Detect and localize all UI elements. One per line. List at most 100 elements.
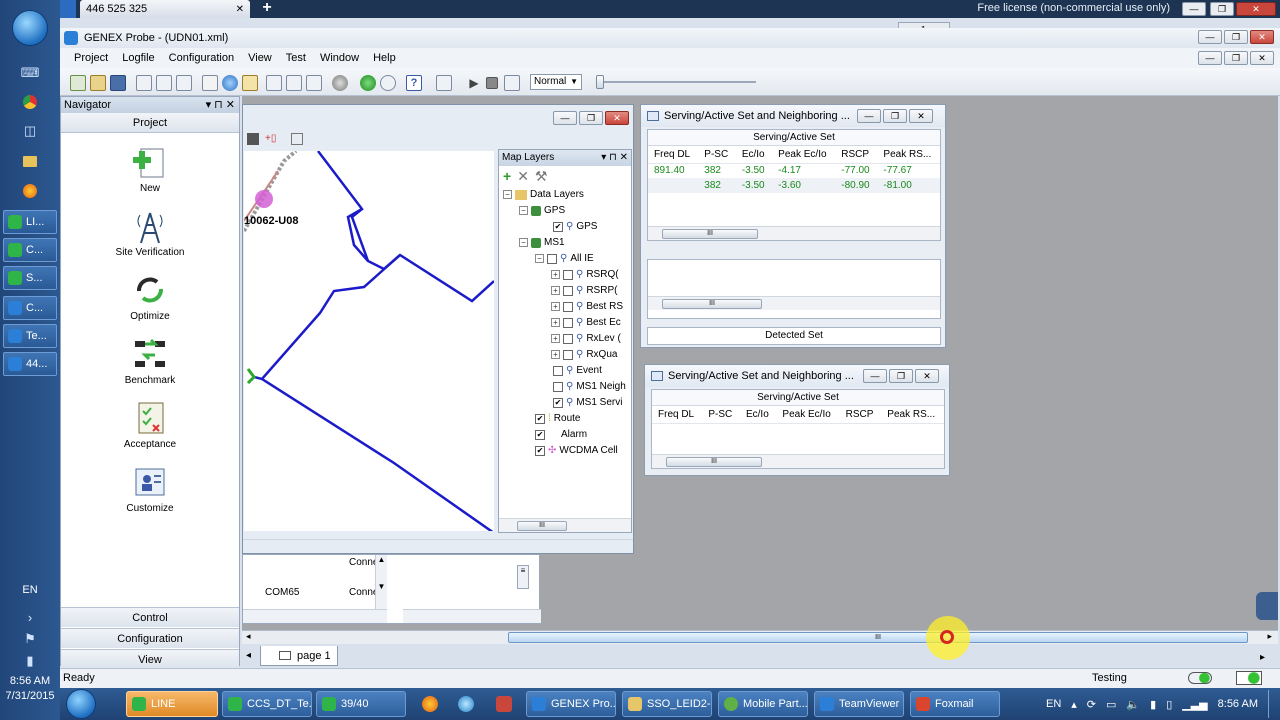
tree-ms1[interactable]: − MS1	[519, 237, 565, 248]
map-tool-add-icon[interactable]: +▯	[265, 133, 277, 145]
map-tool-grid-icon[interactable]	[247, 133, 259, 145]
mdi-restore-button[interactable]: ❐	[1224, 51, 1248, 65]
step-icon[interactable]	[504, 75, 520, 91]
tree-wcdma-cell[interactable]: ✔ ✣ WCDMA Cell	[535, 445, 618, 456]
grid-icon[interactable]	[266, 75, 282, 91]
folder-icon[interactable]	[20, 152, 40, 170]
second-list-vscroll[interactable]: ≡	[517, 565, 529, 589]
settings-icon[interactable]	[332, 75, 348, 91]
col-ecio[interactable]: Ec/Io	[735, 147, 773, 164]
minimize-button[interactable]: —	[553, 111, 577, 125]
tree-best-ec[interactable]: + ⚲ Best Ec	[551, 317, 621, 328]
left-task-4[interactable]: C...	[3, 296, 57, 320]
chrome-icon[interactable]	[20, 93, 40, 111]
table-row[interactable]: 891.40 382 -3.50 -4.17 -77.00 -77.67	[648, 163, 940, 178]
save-icon[interactable]	[110, 75, 126, 91]
nav-section-view[interactable]: View	[61, 649, 239, 669]
firefox-icon[interactable]	[422, 696, 438, 712]
close-icon[interactable]: ✕	[236, 4, 244, 15]
menu-help[interactable]: Help	[373, 52, 396, 64]
tree-ms1-neigh[interactable]: ⚲ MS1 Neigh	[553, 381, 626, 392]
menu-window[interactable]: Window	[320, 52, 359, 64]
tray-network-icon[interactable]: ▯	[1166, 698, 1172, 711]
minimize-button[interactable]: —	[857, 109, 881, 123]
tree-data-layers[interactable]: − Data Layers	[503, 189, 584, 200]
tray-signal-icon[interactable]: ▁▃▅	[1182, 698, 1207, 711]
map-canvas[interactable]: 10062-U08	[244, 151, 494, 531]
col-freq-dl[interactable]: Freq DL	[648, 147, 699, 164]
device-list-vscroll[interactable]: ▲ ▼	[375, 555, 387, 609]
serving-hscroll[interactable]: III	[648, 226, 940, 240]
maximize-button[interactable]: ❐	[579, 111, 603, 125]
help-icon[interactable]: ?	[406, 75, 422, 91]
menu-view[interactable]: View	[248, 52, 272, 64]
tree-rxqual[interactable]: + ⚲ RxQua	[551, 349, 617, 360]
tray-chevron-icon[interactable]: ▴	[1071, 698, 1077, 711]
gps-checkbox[interactable]: ✔	[553, 221, 563, 232]
panel-controls[interactable]: ▾ ⊓ ✕	[206, 97, 235, 113]
nav-optimize[interactable]: Optimize	[61, 271, 239, 322]
close-button[interactable]: ✕	[909, 109, 933, 123]
left-task-2[interactable]: C...	[3, 238, 57, 262]
replay-play-icon[interactable]: ▶	[466, 75, 482, 91]
task-mobile-part[interactable]: Mobile Part...	[718, 691, 808, 717]
add-tab-icon[interactable]: +	[258, 0, 276, 17]
remove-layer-icon[interactable]: ✕	[517, 168, 529, 185]
device-list-hscroll[interactable]	[243, 609, 387, 623]
layer-tools-icon[interactable]: ⚒	[535, 168, 548, 185]
show-desktop-button[interactable]	[1268, 690, 1276, 718]
col-peak-ecio[interactable]: Peak Ec/Io	[772, 147, 836, 164]
export-icon[interactable]	[156, 75, 172, 91]
mdi-minimize-button[interactable]: —	[1198, 51, 1222, 65]
teamviewer-icon[interactable]	[60, 0, 76, 18]
menu-logfile[interactable]: Logfile	[122, 52, 154, 64]
col-peak-rscp[interactable]: Peak RS...	[881, 407, 944, 424]
table-icon[interactable]	[202, 75, 218, 91]
workspace-hscroll[interactable]: ◂ III ▸	[242, 630, 1278, 644]
scroll-left-arrow[interactable]: ◂	[246, 631, 251, 642]
menu-configuration[interactable]: Configuration	[169, 52, 234, 64]
start-button[interactable]	[66, 689, 96, 719]
map-tool-export-icon[interactable]	[291, 133, 303, 145]
side-dock-icon[interactable]	[1256, 592, 1278, 620]
import-icon[interactable]	[176, 75, 192, 91]
left-task-3[interactable]: S...	[3, 266, 57, 290]
firefox-icon[interactable]	[20, 182, 40, 200]
scroll-thumb[interactable]: III	[508, 632, 1248, 643]
table-row[interactable]: 382 -3.50 -3.60 -80.90 -81.00	[648, 178, 940, 193]
mdi-close-button[interactable]: ✕	[1250, 51, 1274, 65]
play-icon[interactable]	[360, 75, 376, 91]
copy-icon[interactable]	[136, 75, 152, 91]
left-task-6[interactable]: 44...	[3, 352, 57, 376]
col-peak-rscp[interactable]: Peak RS...	[877, 147, 940, 164]
signal-icon[interactable]: ▮	[20, 652, 40, 670]
scroll-thumb[interactable]: III	[662, 229, 758, 239]
tree-best-rs[interactable]: + ⚲ Best RS	[551, 301, 623, 312]
tree-ms1-servi[interactable]: ✔ ⚲ MS1 Servi	[553, 397, 622, 408]
menu-project[interactable]: Project	[74, 52, 108, 64]
tray-power-icon[interactable]: ▮	[1150, 698, 1156, 711]
scroll-thumb[interactable]: III	[662, 299, 762, 309]
tree-all-ie[interactable]: − ⚲ All IE	[535, 253, 594, 264]
chevron-right-icon[interactable]: ›	[20, 608, 40, 626]
restore-button[interactable]: ❐	[1210, 2, 1234, 16]
chart-icon[interactable]	[242, 75, 258, 91]
col-rscp[interactable]: RSCP	[839, 407, 882, 424]
tray-volume-icon[interactable]: 🔈	[1126, 698, 1140, 711]
left-task-1[interactable]: LI...	[3, 210, 57, 234]
new-icon[interactable]	[70, 75, 86, 91]
maximize-button[interactable]: ❐	[1224, 30, 1248, 44]
filter-icon[interactable]	[306, 75, 322, 91]
page-tab[interactable]: page 1	[260, 646, 338, 666]
flag-icon[interactable]: ⚑	[20, 630, 40, 648]
report-icon[interactable]	[286, 75, 302, 91]
nav-section-control[interactable]: Control	[61, 607, 239, 627]
maximize-button[interactable]: ❐	[889, 369, 913, 383]
nav-acceptance[interactable]: Acceptance	[61, 399, 239, 450]
minimize-button[interactable]: —	[863, 369, 887, 383]
tree-event[interactable]: ⚲ Event	[553, 365, 602, 376]
remote-session-tab[interactable]: 446 525 325 ✕	[80, 0, 250, 18]
menu-test[interactable]: Test	[286, 52, 306, 64]
scroll-right-arrow[interactable]: ▸	[1267, 631, 1272, 642]
nav-site-verification[interactable]: Site Verification	[61, 207, 239, 258]
